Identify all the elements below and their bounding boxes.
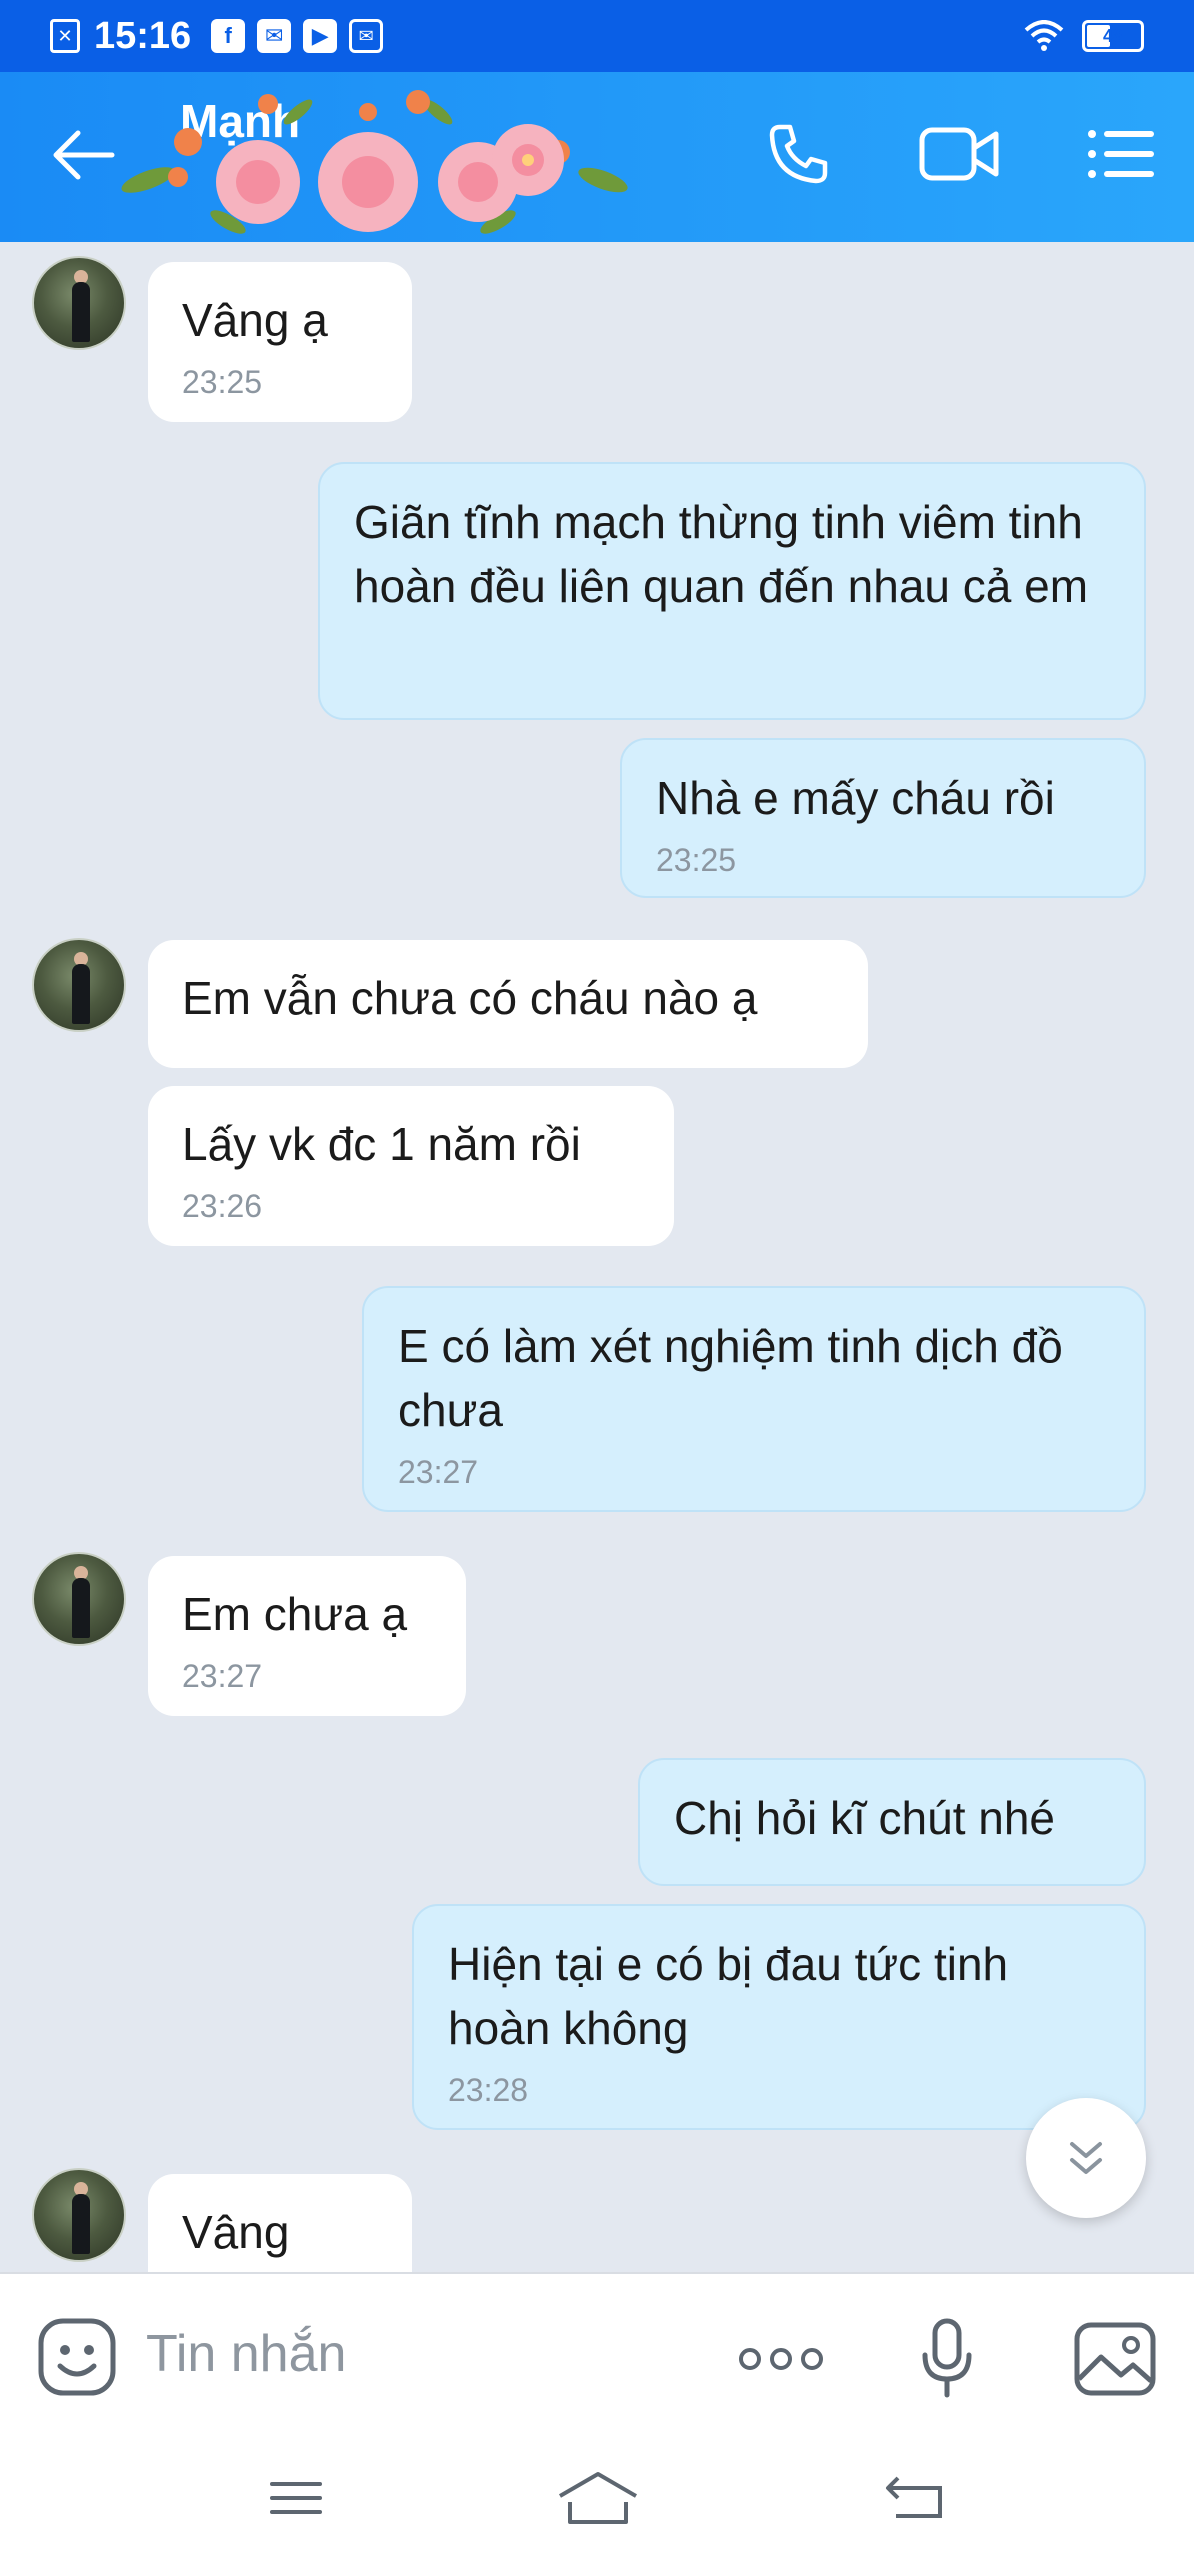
recent-apps-icon [270,2482,322,2514]
home-icon [558,2472,638,2524]
flower-decoration-icon [121,90,628,234]
double-chevron-down-icon [1070,2142,1102,2174]
message-text: E có làm xét nghiệm tinh dịch đồ chưa [398,1320,1063,1436]
contact-avatar[interactable] [32,256,126,350]
battery-level: 48 [1102,25,1124,46]
status-bar: ✕ 15:16 f ✉ ▶ ✉ 48 [0,0,1194,72]
video-call-button[interactable] [914,114,1004,194]
chat-header: Mạnh [0,72,1194,242]
message-time: 23:28 [448,2072,529,2108]
message-incoming[interactable]: Lấy vk đc 1 năm rồi 23:26 [148,1086,674,1246]
message-text: Vâng [182,2206,290,2258]
message-outgoing[interactable]: Chị hỏi kĩ chút nhé [638,1758,1146,1886]
recent-apps-button[interactable] [246,2458,346,2538]
message-outgoing[interactable]: Giãn tĩnh mạch thừng tinh viêm tinh hoàn… [318,462,1146,720]
video-call-icon [919,127,999,181]
more-dots-icon [739,2348,823,2370]
message-text: Nhà e mấy cháu rồi [656,772,1055,824]
microphone-icon [922,2318,972,2398]
message-list[interactable]: Vâng ạ 23:25 Giãn tĩnh mạch thừng tinh v… [0,242,1194,2272]
contact-avatar[interactable] [32,1552,126,1646]
message-outgoing[interactable]: Hiện tại e có bị đau tức tinh hoàn không… [412,1904,1146,2130]
contact-avatar[interactable] [32,938,126,1032]
back-nav-button[interactable] [866,2458,966,2538]
message-input[interactable] [146,2324,646,2384]
gallery-button[interactable] [1070,2316,1160,2402]
voice-button[interactable] [902,2316,992,2402]
battery-icon: 48 [1082,20,1144,52]
contact-avatar[interactable] [32,2168,126,2262]
message-time: 23:27 [398,1454,479,1490]
sim-icon: ✕ [50,19,80,53]
system-nav-bar [0,2436,1194,2560]
menu-button[interactable] [1076,114,1166,194]
back-arrow-icon [53,130,115,180]
back-icon [886,2476,942,2518]
message-incoming[interactable]: Vâng ạ 23:25 [148,262,412,422]
message-time: 23:25 [656,842,737,878]
message-time: 23:26 [182,1188,263,1224]
emoji-button[interactable] [36,2316,118,2398]
home-button[interactable] [548,2458,648,2538]
emoji-icon [38,2318,116,2396]
message-text: Vâng ạ [182,294,328,346]
more-button[interactable] [736,2316,826,2402]
status-time: 15:16 [94,14,192,57]
back-button[interactable] [44,120,124,190]
facebook-icon: f [211,19,246,53]
message-composer [0,2272,1194,2436]
message-outgoing[interactable]: E có làm xét nghiệm tinh dịch đồ chưa 23… [362,1286,1146,1512]
message-text: Hiện tại e có bị đau tức tinh hoàn không [448,1938,1009,2054]
phone-icon [769,124,828,184]
wifi-icon [1024,20,1064,51]
call-button[interactable] [754,114,844,194]
message-icon: ✉ [349,19,384,53]
youtube-icon: ▶ [303,19,338,53]
message-text: Chị hỏi kĩ chút nhé [674,1792,1056,1844]
scroll-to-bottom-button[interactable] [1026,2098,1146,2218]
message-text: Lấy vk đc 1 năm rồi [182,1118,581,1170]
message-time: 23:25 [182,364,263,400]
message-time: 23:27 [182,1658,263,1694]
menu-list-icon [1088,130,1154,178]
image-icon [1074,2322,1156,2396]
message-text: Em vẫn chưa có cháu nào ạ [182,972,758,1024]
message-text: Em chưa ạ [182,1588,408,1640]
mail-icon: ✉ [257,19,292,53]
message-text: Giãn tĩnh mạch thừng tinh viêm tinh hoàn… [354,496,1089,612]
message-incoming[interactable]: Em vẫn chưa có cháu nào ạ [148,940,868,1068]
message-incoming[interactable]: Em chưa ạ 23:27 [148,1556,466,1716]
message-incoming[interactable]: Vâng [148,2174,412,2272]
message-outgoing[interactable]: Nhà e mấy cháu rồi 23:25 [620,738,1146,898]
